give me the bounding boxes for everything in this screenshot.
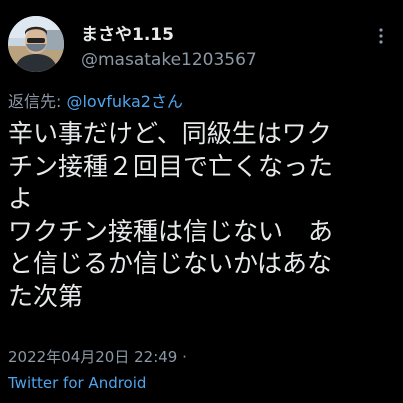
avatar[interactable]: [8, 16, 64, 72]
tweet: まさや1.15 @masatake1203567 返信先: @lovfuka2さ…: [0, 0, 403, 403]
more-vertical-icon[interactable]: [376, 26, 386, 46]
client-link[interactable]: Twitter for Android: [8, 374, 146, 392]
tweet-text-line: ワクチン接種は信じない あ: [8, 216, 334, 246]
tweet-timestamp[interactable]: 2022年04月20日 22:49 ·: [8, 346, 187, 367]
tweet-text-line: 辛い事だけど、同級生はワク: [8, 119, 332, 148]
tweet-text: 辛い事だけど、同級生はワク チン接種２回目で亡くなった よ ワクチン接種は信じな…: [8, 118, 400, 313]
reply-target-link[interactable]: @lovfuka2さん: [66, 92, 182, 111]
tweet-text-line: た次第: [8, 281, 84, 311]
reply-context: 返信先: @lovfuka2さん: [8, 88, 183, 112]
author-handle[interactable]: @masatake1203567: [81, 50, 257, 70]
tweet-text-line: チン接種２回目で亡くなった: [8, 151, 334, 181]
reply-label: 返信先:: [8, 92, 67, 111]
tweet-text-line: よ: [8, 184, 34, 213]
author-name[interactable]: まさや1.15: [81, 20, 174, 45]
tweet-text-line: と信じるか信じないかはあな: [8, 249, 333, 278]
